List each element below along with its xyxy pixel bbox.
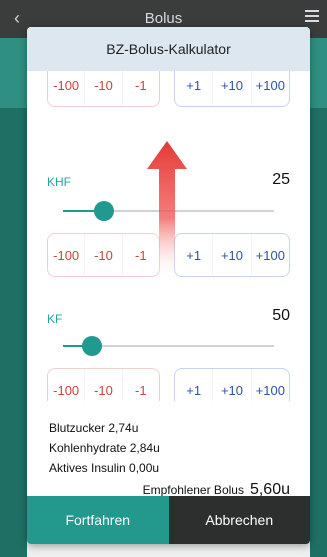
kohlenhydrate-line: Kohlenhydrate 2,84u (49, 441, 160, 455)
continue-button[interactable]: Fortfahren (27, 496, 169, 544)
bz-minus-10-button[interactable]: -10 (85, 71, 123, 106)
increment-group: +1 +10 +100 (174, 71, 290, 107)
kf-minus-10-button[interactable]: -10 (85, 369, 123, 401)
dialog-title: BZ-Bolus-Kalkulator (27, 27, 310, 71)
slider-thumb[interactable] (93, 201, 114, 221)
aktives-insulin-line: Aktives Insulin 0,00u (49, 461, 160, 475)
khf-minus-10-button[interactable]: -10 (85, 234, 123, 276)
increment-group: +1 +10 +100 (174, 368, 290, 401)
kf-slider[interactable] (63, 336, 274, 356)
slider-thumb[interactable] (82, 336, 103, 356)
bz-minus-100-button[interactable]: -100 (48, 71, 86, 106)
bz-stepper: -100 -10 -1 +1 +10 +100 (47, 71, 290, 107)
khf-plus-10-button[interactable]: +10 (213, 234, 252, 276)
bz-minus-1-button[interactable]: -1 (123, 71, 159, 106)
cancel-button[interactable]: Abbrechen (168, 496, 310, 544)
kf-minus-100-button[interactable]: -100 (48, 369, 86, 401)
kf-plus-10-button[interactable]: +10 (213, 369, 252, 401)
menu-icon[interactable] (305, 10, 319, 22)
kf-minus-1-button[interactable]: -1 (123, 369, 159, 401)
decrement-group: -100 -10 -1 (47, 233, 160, 277)
kf-plus-100-button[interactable]: +100 (252, 369, 289, 401)
bz-plus-100-button[interactable]: +100 (252, 71, 289, 106)
app-background (310, 108, 327, 557)
bz-plus-10-button[interactable]: +10 (213, 71, 252, 106)
khf-label: KHF (47, 175, 71, 189)
increment-group: +1 +10 +100 (174, 233, 290, 277)
bz-plus-1-button[interactable]: +1 (175, 71, 214, 106)
app-title: Bolus (144, 10, 183, 27)
kf-label: KF (47, 312, 63, 326)
blutzucker-line: Blutzucker 2,74u (49, 421, 139, 435)
khf-plus-100-button[interactable]: +100 (252, 234, 289, 276)
decrement-group: -100 -10 -1 (47, 368, 160, 401)
bolus-summary: Blutzucker 2,74u Kohlenhydrate 2,84u Akt… (27, 401, 310, 498)
khf-minus-100-button[interactable]: -100 (48, 234, 86, 276)
dialog-scroll-area[interactable]: -100 -10 -1 +1 +10 +100 KHF 25 -100 -10 … (27, 71, 310, 401)
kf-value: 50 (272, 307, 290, 324)
recommended-bolus-label: Empfohlener Bolus (142, 483, 244, 497)
khf-value: 25 (272, 171, 290, 188)
bolus-calculator-dialog: BZ-Bolus-Kalkulator -100 -10 -1 +1 +10 +… (27, 27, 310, 544)
kf-plus-1-button[interactable]: +1 (175, 369, 214, 401)
dialog-footer: Fortfahren Abbrechen (27, 496, 310, 544)
decrement-group: -100 -10 -1 (47, 71, 160, 107)
scroll-up-arrow-icon (147, 141, 187, 281)
kf-stepper: -100 -10 -1 +1 +10 +100 (47, 368, 290, 401)
app-background (0, 108, 27, 557)
